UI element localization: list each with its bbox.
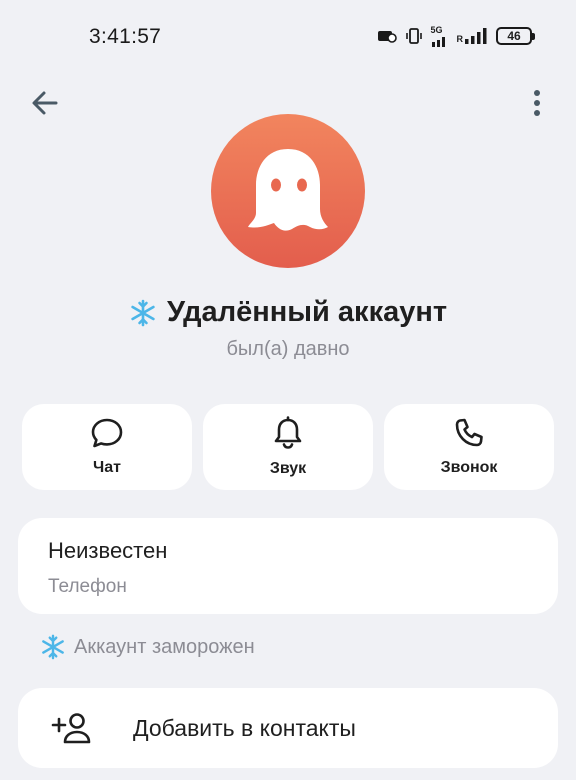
last-seen-status: был(а) давно bbox=[226, 338, 350, 360]
snowflake-icon bbox=[42, 634, 64, 660]
action-buttons: Чат Звук Звонок bbox=[22, 404, 554, 490]
battery-level: 46 bbox=[507, 29, 521, 43]
profile-name: Удалённый аккаунт bbox=[166, 296, 448, 328]
status-time: 3:41:57 bbox=[89, 25, 162, 48]
vibrate-icon bbox=[405, 27, 423, 45]
call-button[interactable]: Звонок bbox=[384, 404, 554, 490]
account-frozen-text: Аккаунт заморожен bbox=[74, 635, 255, 658]
battery-icon: 46 bbox=[496, 27, 535, 45]
phone-label: Телефон bbox=[48, 576, 127, 597]
add-to-contacts-button[interactable]: Добавить в контакты bbox=[18, 688, 558, 768]
signal-5g-icon: 5G bbox=[431, 25, 449, 47]
add-to-contacts-label: Добавить в контакты bbox=[133, 714, 356, 741]
status-bar: 3:41:57 5G R 46 bbox=[0, 0, 576, 72]
phone-info-card[interactable]: Неизвестен Телефон bbox=[18, 518, 558, 614]
account-frozen-notice: Аккаунт заморожен bbox=[40, 634, 255, 660]
avatar[interactable] bbox=[211, 114, 365, 268]
name-row: Удалённый аккаунт bbox=[0, 296, 576, 329]
chat-button-label: Чат bbox=[93, 459, 121, 476]
sound-button-label: Звук bbox=[269, 460, 307, 477]
back-button[interactable] bbox=[26, 84, 64, 122]
add-person-icon bbox=[51, 712, 93, 744]
sound-button[interactable]: Звук bbox=[203, 404, 373, 490]
phone-value: Неизвестен bbox=[48, 538, 168, 563]
ghost-icon bbox=[248, 149, 328, 231]
snowflake-icon bbox=[131, 299, 155, 326]
bell-icon bbox=[274, 416, 302, 449]
card-icon bbox=[377, 28, 397, 44]
status-icons: 5G R 46 bbox=[377, 24, 535, 48]
call-button-label: Звонок bbox=[440, 459, 498, 476]
arrow-left-icon bbox=[32, 91, 58, 115]
more-menu-button[interactable] bbox=[518, 84, 556, 122]
chat-bubble-icon bbox=[91, 418, 123, 448]
phone-icon bbox=[455, 418, 483, 447]
signal-icon: R bbox=[457, 28, 489, 44]
more-vertical-icon bbox=[534, 90, 540, 116]
chat-button[interactable]: Чат bbox=[22, 404, 192, 490]
